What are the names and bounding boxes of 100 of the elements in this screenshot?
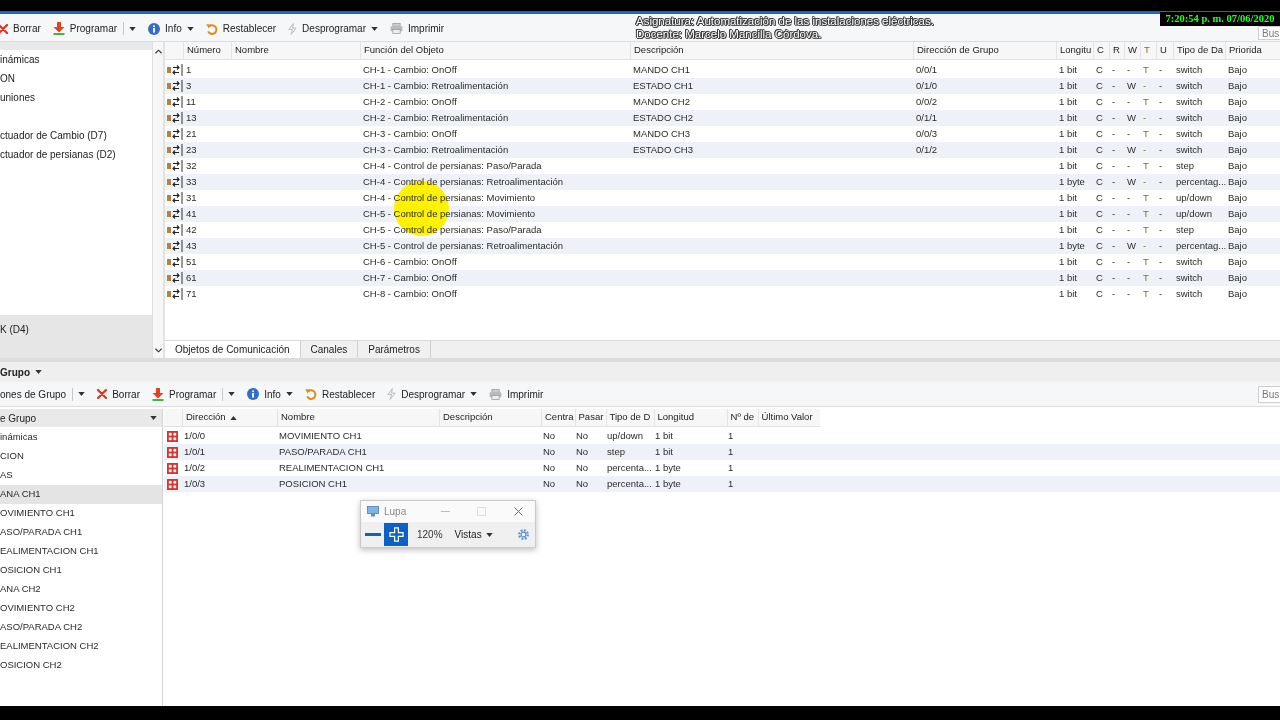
- table-cell-text: C: [1095, 110, 1104, 125]
- toolbar-button[interactable]: Desprogramar: [288, 18, 378, 39]
- toolbar-button[interactable]: Info: [247, 384, 293, 404]
- chevron-down-icon[interactable]: [154, 348, 162, 353]
- column-header[interactable]: Longitu: [1056, 42, 1093, 59]
- scrollbar-track[interactable]: [152, 42, 163, 358]
- dropdown-button[interactable]: [222, 387, 236, 401]
- tree-header-dropdown[interactable]: e Grupo: [0, 409, 162, 427]
- table-cell-text: -: [1111, 142, 1117, 157]
- column-header[interactable]: Dirección: [182, 409, 277, 426]
- column-header[interactable]: R: [1109, 42, 1124, 59]
- table-row[interactable]: 23 CH-3 - Cambio: Retroalimentación ESTADO CH3 0/1/2 1 bit C - W - - switch Bajo: [165, 142, 1280, 158]
- toolbar-button[interactable]: Imprimir: [489, 384, 544, 404]
- table-cell-text: -: [1126, 158, 1132, 173]
- table-cell-text: -: [1111, 254, 1117, 269]
- table-cell-text: CH-8 - Cambio: OnOff: [362, 286, 458, 301]
- table-cell-text: -: [1111, 78, 1117, 93]
- search-field[interactable]: Bus: [1258, 385, 1280, 403]
- chevron-up-icon[interactable]: [154, 49, 162, 54]
- dropdown-button[interactable]: [123, 22, 137, 35]
- column-header[interactable]: Nombre: [277, 409, 439, 426]
- table-cell-text: -: [1126, 222, 1132, 237]
- column-header[interactable]: Pasar: [574, 409, 606, 426]
- toolbar-button[interactable]: Borrar: [97, 384, 140, 404]
- table-cell-text: Bajo: [1227, 94, 1248, 109]
- toolbar-button[interactable]: Programar: [52, 18, 118, 39]
- table-cell-text: -: [1111, 222, 1117, 237]
- close-icon[interactable]: [514, 507, 523, 516]
- column-header[interactable]: Descripción: [439, 409, 541, 426]
- toolbar-button[interactable]: Programar: [151, 384, 217, 404]
- zoom-in-button[interactable]: [384, 523, 408, 546]
- table-row[interactable]: 43 CH-5 - Control de persianas: Retroalimentación 1 byte C - W - - percentag... Bajo: [165, 238, 1280, 254]
- toolbar-button[interactable]: Restablecer: [205, 18, 277, 39]
- caret-icon: [485, 532, 493, 537]
- toolbar-button[interactable]: ones de Grupo: [0, 384, 67, 404]
- table-cell-text: 33: [185, 174, 198, 189]
- table-row[interactable]: 13 CH-2 - Cambio: Retroalimentación ESTADO CH2 0/1/1 1 bit C - W - - switch Bajo: [165, 110, 1280, 126]
- column-header[interactable]: Centra: [541, 409, 575, 426]
- table-row[interactable]: 61 CH-7 - Cambio: OnOff 1 bit C - - T - switch Bajo: [165, 270, 1280, 286]
- tree-item[interactable]: K (D4): [0, 315, 152, 358]
- table-cell-text: 1 bit: [1058, 126, 1078, 141]
- table-cell-text: CH-7 - Cambio: OnOff: [362, 270, 458, 285]
- search-field[interactable]: Bus: [1258, 26, 1280, 40]
- column-header[interactable]: Número: [183, 42, 231, 59]
- toolbar-button[interactable]: Borrar: [0, 18, 41, 39]
- toolbar-button[interactable]: Desprogramar: [387, 384, 478, 404]
- x-icon: [97, 389, 108, 399]
- table-cell-text: C: [1095, 270, 1104, 285]
- caption-text: Docente: Marcelo Mancilla Córdova.: [636, 28, 822, 41]
- grid-squares-icon: [167, 430, 178, 442]
- column-header[interactable]: W: [1124, 42, 1140, 59]
- printer-icon: [390, 23, 403, 34]
- views-button[interactable]: Vistas: [454, 527, 493, 542]
- table-cell-text: Bajo: [1227, 206, 1248, 221]
- panel-title-button[interactable]: Grupo: [0, 364, 42, 380]
- toolbar-button[interactable]: Imprimir: [390, 18, 445, 39]
- column-header[interactable]: C: [1093, 42, 1109, 59]
- dropdown-button[interactable]: [72, 387, 86, 401]
- column-header[interactable]: Nombre: [231, 42, 360, 59]
- column-header[interactable]: T: [1140, 42, 1156, 59]
- table-row[interactable]: 1/0/3 POSICION CH1 No No percenta... 1 byte 1: [164, 476, 1280, 492]
- table-cell-text: -: [1111, 158, 1117, 173]
- table-cell-text: 13: [185, 110, 198, 125]
- table-cell-text: percenta...: [606, 476, 653, 491]
- table-cell-text: T: [1142, 126, 1150, 141]
- column-header[interactable]: Nº de: [726, 409, 758, 426]
- table-cell-text: -: [1111, 94, 1117, 109]
- column-header[interactable]: Longitud: [653, 409, 727, 426]
- toolbar-button[interactable]: Restablecer: [304, 384, 376, 404]
- table-cell-text: -: [1142, 110, 1148, 125]
- table-cell-text: W: [1126, 238, 1137, 253]
- column-header[interactable]: Priorida: [1225, 42, 1265, 59]
- table-cell-text: 1: [185, 62, 193, 77]
- table-row[interactable]: 3 CH-1 - Cambio: Retroalimentación ESTADO CH1 0/1/0 1 bit C - W - - switch Bajo: [165, 78, 1280, 94]
- caret-icon: [285, 392, 293, 396]
- tree-item[interactable]: ANA CH1: [0, 485, 162, 504]
- table-cell-text: CH-5 - Control de persianas: Retroalimentación: [362, 238, 565, 253]
- table-cell-text: 23: [185, 142, 198, 157]
- table-cell-text: -: [1111, 286, 1117, 301]
- table-cell-text: -: [1126, 62, 1132, 77]
- tab[interactable]: Objetos de Comunicación: [165, 341, 301, 358]
- column-header[interactable]: Función del Objeto: [360, 42, 630, 59]
- circular-arrow-icon: [304, 388, 317, 400]
- table-cell-text: -: [1158, 174, 1164, 189]
- table-row[interactable]: 1/0/1 PASO/PARADA CH1 No No step 1 bit 1: [164, 444, 1280, 460]
- table-cell-text: percentag...: [1175, 174, 1225, 189]
- table-cell-text: No: [575, 428, 590, 443]
- column-header[interactable]: Dirección de Grupo: [913, 42, 1056, 59]
- settings-icon[interactable]: [517, 528, 530, 541]
- table-cell-text: -: [1111, 174, 1117, 189]
- column-header[interactable]: Tipo de Da: [1173, 42, 1225, 59]
- column-header[interactable]: Tipo de D: [605, 409, 654, 426]
- table-cell-text: C: [1095, 142, 1104, 157]
- column-header[interactable]: Último Valor: [757, 409, 820, 426]
- table-cell-text: C: [1095, 254, 1104, 269]
- table-cell-text: REALIMENTACION CH1: [278, 460, 386, 475]
- table-cell-text: T: [1142, 286, 1150, 301]
- toolbar-button[interactable]: Info: [148, 18, 194, 39]
- column-header[interactable]: Descripción: [630, 42, 913, 59]
- column-header[interactable]: U: [1156, 42, 1173, 59]
